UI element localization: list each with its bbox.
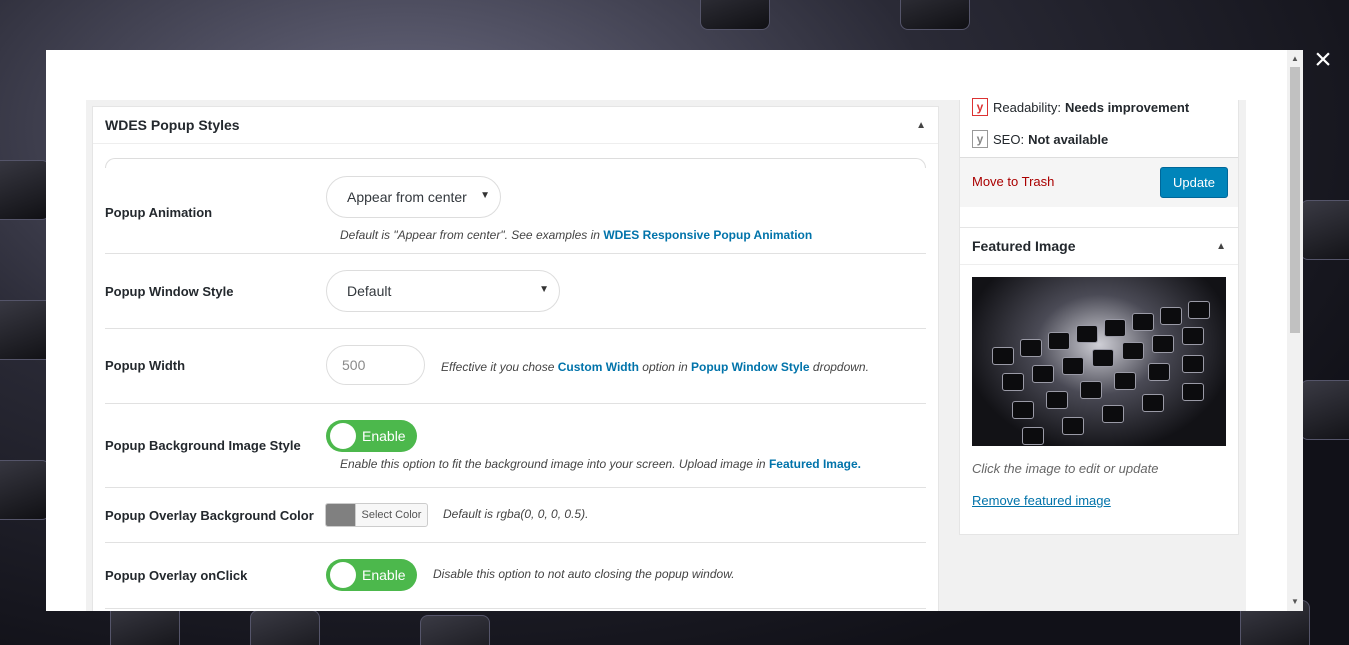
featured-image-header: Featured Image ▲ <box>960 228 1238 265</box>
featured-image-caption: Click the image to edit or update <box>972 461 1159 476</box>
popup-animation-label: Popup Animation <box>105 205 213 220</box>
input-placeholder: 500 <box>342 357 366 373</box>
row-popup-bg-image-style: Popup Background Image Style Enable Enab… <box>105 404 926 488</box>
caret-down-icon: ▼ <box>539 284 549 295</box>
select-value: Appear from center <box>347 189 467 205</box>
popup-overlay-color-label: Popup Overlay Background Color <box>105 508 314 523</box>
toggle-knob <box>330 562 356 588</box>
overlay-onclick-toggle[interactable]: Enable <box>326 559 417 591</box>
scrollbar-thumb[interactable] <box>1290 67 1300 333</box>
row-popup-window-style: Popup Window Style Default ▼ <box>105 254 926 329</box>
featured-image-title: Featured Image <box>972 238 1076 254</box>
popup-overlay-onclick-label: Popup Overlay onClick <box>105 568 248 583</box>
readability-value: Needs improvement <box>1064 99 1190 115</box>
description-text: dropdown. <box>809 360 869 374</box>
select-value: Default <box>347 283 392 299</box>
popup-window-style-select[interactable]: Default ▼ <box>326 270 560 312</box>
yoast-readability-icon: y <box>972 98 988 116</box>
close-icon[interactable]: × <box>1310 45 1336 75</box>
popup-window-style-link[interactable]: Popup Window Style <box>691 360 810 374</box>
toggle-label: Enable <box>362 428 406 444</box>
bg-image-style-description: Enable this option to fit the background… <box>340 457 861 471</box>
remove-featured-image-link[interactable]: Remove featured image <box>972 493 1111 508</box>
collapse-arrow-icon[interactable]: ▲ <box>916 120 926 131</box>
update-button[interactable]: Update <box>1160 167 1228 198</box>
seo-value: Not available <box>1028 131 1109 147</box>
featured-image-box: Featured Image ▲ Click the image to edit… <box>959 227 1239 535</box>
row-popup-overlay-onclick: Popup Overlay onClick Enable Disable thi… <box>105 543 926 609</box>
color-swatch <box>326 504 356 526</box>
select-color-button[interactable]: Select Color <box>325 503 428 527</box>
responsive-popup-animation-link[interactable]: WDES Responsive Popup Animation <box>603 228 812 242</box>
popup-animation-description: Default is "Appear from center". See exa… <box>340 228 812 242</box>
seo-status: y SEO: Not available <box>972 130 1108 148</box>
publish-actions: Move to Trash Update <box>960 157 1238 207</box>
modal-window: WDES Popup Styles ▲ Popup Animation Appe… <box>46 50 1303 611</box>
custom-width-link[interactable]: Custom Width <box>558 360 639 374</box>
toggle-knob <box>330 423 356 449</box>
wdes-popup-styles-box: WDES Popup Styles ▲ Popup Animation Appe… <box>92 106 939 611</box>
scroll-up-icon[interactable]: ▲ <box>1287 52 1303 66</box>
row-popup-overlay-color: Popup Overlay Background Color Select Co… <box>105 488 926 543</box>
readability-label: Readability: <box>993 99 1061 115</box>
bg-image-style-toggle[interactable]: Enable <box>326 420 417 452</box>
featured-image-link[interactable]: Featured Image. <box>769 457 861 471</box>
popup-bg-image-style-label: Popup Background Image Style <box>105 438 301 453</box>
caret-down-icon: ▼ <box>480 190 490 201</box>
seo-label: SEO: <box>993 131 1025 147</box>
modal-scrollbar[interactable]: ▲ ▼ <box>1287 50 1303 611</box>
inner-panel-border <box>105 158 926 168</box>
row-popup-width: Popup Width 500 Effective it you chose C… <box>105 329 926 404</box>
popup-width-description: Effective it you chose Custom Width opti… <box>441 360 869 374</box>
postbox-title: WDES Popup Styles <box>105 117 240 133</box>
popup-width-label: Popup Width <box>105 358 186 373</box>
overlay-color-description: Default is rgba(0, 0, 0, 0.5). <box>443 507 589 521</box>
description-text: Effective it you chose <box>441 360 558 374</box>
move-to-trash-link[interactable]: Move to Trash <box>972 174 1054 189</box>
featured-image-thumbnail[interactable] <box>972 277 1226 446</box>
overlay-onclick-description: Disable this option to not auto closing … <box>433 567 735 581</box>
description-text: Default is "Appear from center". See exa… <box>340 228 604 242</box>
readability-status: y Readability: Needs improvement <box>972 98 1189 116</box>
yoast-seo-icon: y <box>972 130 988 148</box>
description-text: option in <box>638 360 691 374</box>
popup-animation-select[interactable]: Appear from center ▼ <box>326 176 501 218</box>
description-text: Enable this option to fit the background… <box>340 457 769 471</box>
popup-window-style-label: Popup Window Style <box>105 284 234 299</box>
collapse-arrow-icon[interactable]: ▲ <box>1216 241 1226 252</box>
postbox-header: WDES Popup Styles ▲ <box>93 107 938 144</box>
popup-width-input[interactable]: 500 <box>326 345 425 385</box>
select-color-label: Select Color <box>361 509 422 521</box>
toggle-label: Enable <box>362 567 406 583</box>
scroll-down-icon[interactable]: ▼ <box>1287 595 1303 609</box>
row-popup-animation: Popup Animation Appear from center ▼ Def… <box>105 169 926 254</box>
